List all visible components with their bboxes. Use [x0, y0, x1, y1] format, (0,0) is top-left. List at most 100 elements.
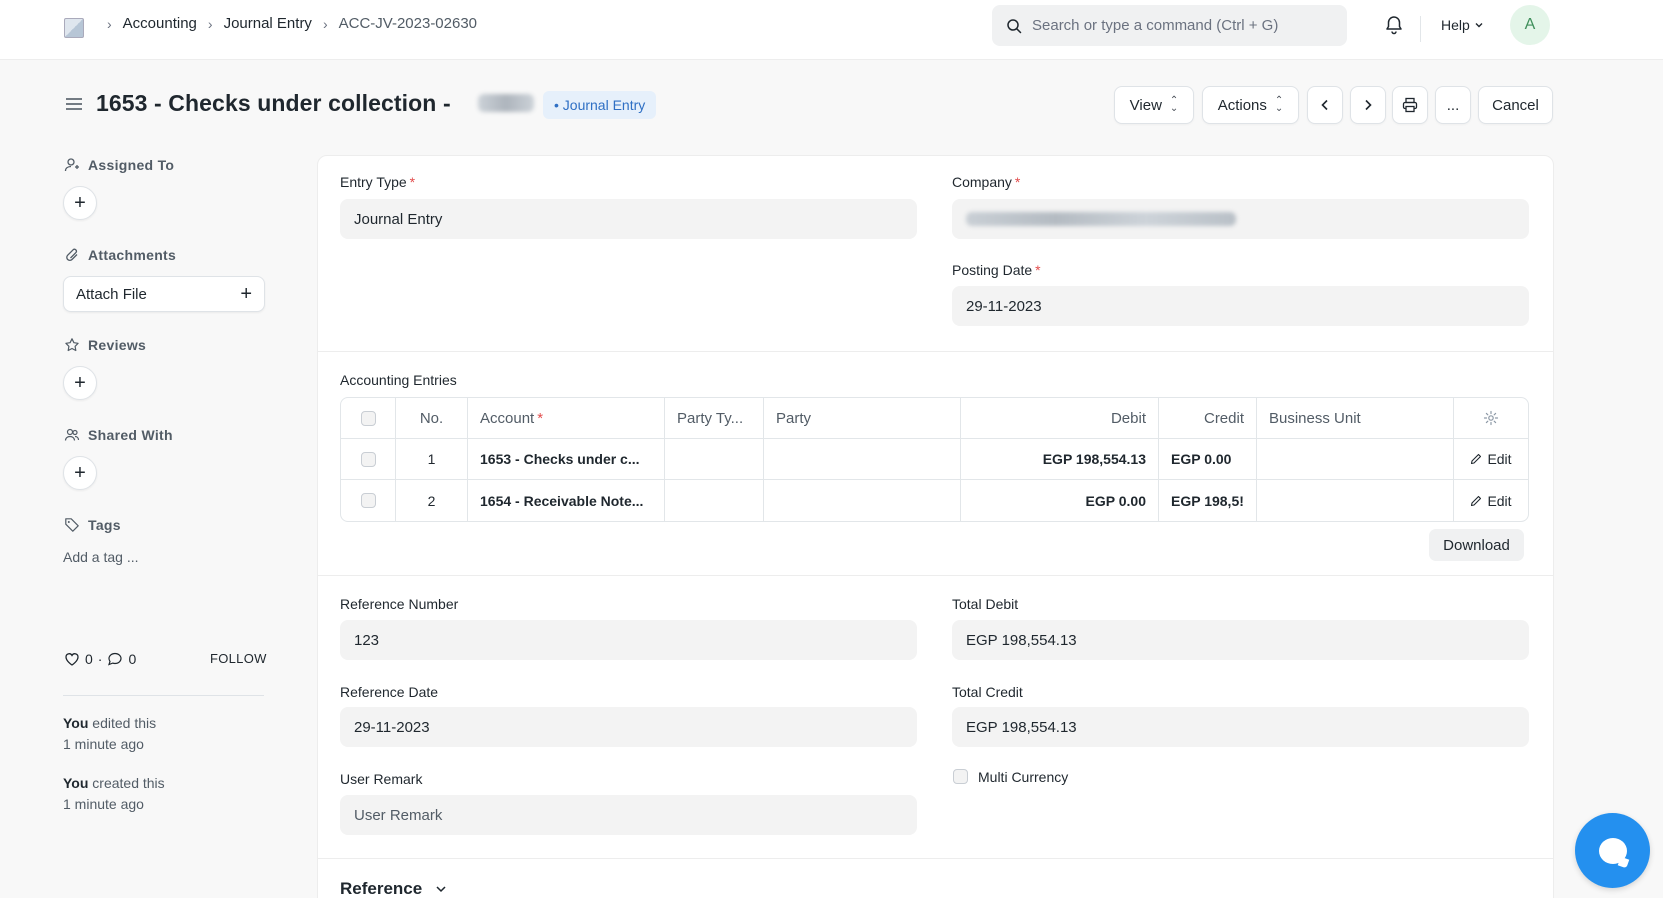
app-logo[interactable]	[64, 18, 84, 38]
comments-count: 0	[128, 651, 137, 667]
cell-party-type[interactable]	[665, 480, 764, 521]
row-select-cell	[341, 439, 396, 479]
tag-icon	[65, 518, 79, 532]
cell-party-type[interactable]	[665, 439, 764, 479]
reference-date-field[interactable]: 29-11-2023	[340, 707, 917, 747]
search-icon	[1007, 18, 1022, 33]
likes-count: 0	[85, 651, 93, 667]
activity-actor: You	[63, 715, 89, 731]
table-row[interactable]: 1 1653 - Checks under c... EGP 198,554.1…	[341, 439, 1528, 480]
required-marker: *	[537, 409, 544, 427]
printer-icon	[1402, 97, 1418, 113]
header-credit: Credit	[1159, 398, 1257, 438]
next-doc-button[interactable]	[1350, 86, 1386, 124]
entry-type-select[interactable]: Journal Entry	[340, 199, 917, 239]
multi-currency-label: Multi Currency	[978, 769, 1069, 785]
edit-link[interactable]: Edit	[1470, 451, 1512, 467]
cell-party[interactable]	[764, 439, 961, 479]
breadcrumb-accounting[interactable]: Accounting	[123, 15, 197, 32]
cell-business-unit[interactable]	[1257, 480, 1454, 521]
cancel-button[interactable]: Cancel	[1478, 86, 1553, 124]
breadcrumb-current-doc[interactable]: ACC-JV-2023-02630	[339, 15, 477, 32]
edit-row-button[interactable]: Edit	[1454, 480, 1528, 521]
chat-button[interactable]	[1575, 813, 1650, 888]
add-tag-link[interactable]: Add a tag ...	[63, 549, 139, 565]
search-input[interactable]: Search or type a command (Ctrl + G)	[992, 5, 1347, 46]
help-dropdown[interactable]: Help	[1441, 17, 1484, 33]
chevron-right-icon: ›	[107, 15, 112, 32]
previous-doc-button[interactable]	[1307, 86, 1343, 124]
posting-date-label-text: Posting Date	[952, 262, 1033, 278]
shared-with-section: Shared With	[64, 427, 173, 443]
cell-account[interactable]: 1653 - Checks under c...	[468, 439, 665, 479]
view-button[interactable]: View ⌃ ⌄	[1114, 86, 1194, 124]
more-options-button[interactable]: ...	[1435, 86, 1471, 124]
cell-debit[interactable]: EGP 198,554.13	[961, 439, 1159, 479]
chevron-right-icon	[1365, 99, 1372, 111]
chevron-down-icon	[1475, 23, 1483, 28]
shared-with-label: Shared With	[88, 427, 173, 443]
attach-file-button[interactable]: Attach File +	[63, 276, 265, 312]
activity-time: 1 minute ago	[63, 736, 144, 752]
attach-file-label: Attach File	[76, 285, 147, 303]
company-label: Company *	[952, 174, 1020, 190]
comment-icon[interactable]	[107, 651, 123, 667]
company-field[interactable]	[952, 199, 1529, 239]
sidebar-divider	[63, 695, 264, 696]
breadcrumb: › Accounting › Journal Entry › ACC-JV-20…	[96, 15, 477, 32]
select-all-checkbox[interactable]	[360, 410, 376, 426]
cell-party[interactable]	[764, 480, 961, 521]
cell-business-unit[interactable]	[1257, 439, 1454, 479]
header-account: Account *	[468, 398, 665, 438]
user-remark-field[interactable]: User Remark	[340, 795, 917, 835]
download-button[interactable]: Download	[1429, 529, 1524, 561]
posting-date-field[interactable]: 29-11-2023	[952, 286, 1529, 326]
reviews-label: Reviews	[88, 337, 147, 353]
print-button[interactable]	[1392, 86, 1428, 124]
cell-no: 1	[396, 439, 468, 479]
add-assignee-button[interactable]: +	[63, 186, 97, 220]
sidebar-toggle-icon[interactable]	[64, 94, 84, 117]
cell-credit[interactable]: EGP 0.00	[1159, 439, 1257, 479]
edit-row-button[interactable]: Edit	[1454, 439, 1528, 479]
tags-section: Tags	[64, 517, 121, 533]
user-plus-icon	[64, 158, 79, 172]
row-checkbox[interactable]	[360, 451, 376, 467]
star-icon	[65, 338, 79, 352]
edit-link[interactable]: Edit	[1470, 492, 1512, 509]
cell-debit[interactable]: EGP 0.00	[961, 480, 1159, 521]
edit-label: Edit	[1487, 492, 1512, 509]
reference-section-title: Reference	[340, 879, 423, 898]
row-checkbox[interactable]	[360, 493, 376, 508]
add-share-button[interactable]: +	[63, 456, 97, 490]
chevron-right-icon: ›	[207, 15, 213, 32]
user-avatar[interactable]: A	[1510, 5, 1550, 45]
help-label: Help	[1441, 17, 1470, 33]
users-icon	[64, 428, 80, 441]
gear-icon[interactable]	[1483, 410, 1499, 426]
reference-number-label: Reference Number	[340, 596, 459, 612]
assigned-to-label: Assigned To	[88, 157, 175, 173]
reference-number-field[interactable]: 123	[340, 620, 917, 660]
cell-no: 2	[396, 480, 468, 521]
reference-section-toggle[interactable]: Reference	[340, 879, 448, 898]
cell-account[interactable]: 1654 - Receivable Note...	[468, 480, 665, 521]
add-review-button[interactable]: +	[63, 366, 97, 400]
activity-actor: You	[63, 775, 89, 791]
follow-button[interactable]: FOLLOW	[210, 651, 267, 666]
table-row[interactable]: 2 1654 - Receivable Note... EGP 0.00 EGP…	[341, 480, 1528, 521]
chat-bubble-icon	[1598, 837, 1627, 864]
cell-credit[interactable]: EGP 198,5!	[1159, 480, 1257, 521]
activity-action: edited this	[88, 715, 157, 731]
navbar: › Accounting › Journal Entry › ACC-JV-20…	[0, 0, 1663, 60]
pencil-icon	[1471, 453, 1482, 465]
notification-bell-icon[interactable]	[1383, 14, 1405, 39]
plus-icon: +	[74, 371, 86, 394]
breadcrumb-journal-entry[interactable]: Journal Entry	[224, 15, 312, 32]
chevron-right-icon: ›	[322, 15, 328, 32]
actions-button[interactable]: Actions ⌃ ⌄	[1202, 86, 1299, 124]
heart-icon[interactable]	[64, 651, 80, 667]
tags-label: Tags	[88, 517, 121, 533]
multi-currency-checkbox[interactable]	[953, 769, 968, 784]
accounting-entries-table: No. Account * Party Ty... Party Debit Cre…	[340, 397, 1529, 522]
